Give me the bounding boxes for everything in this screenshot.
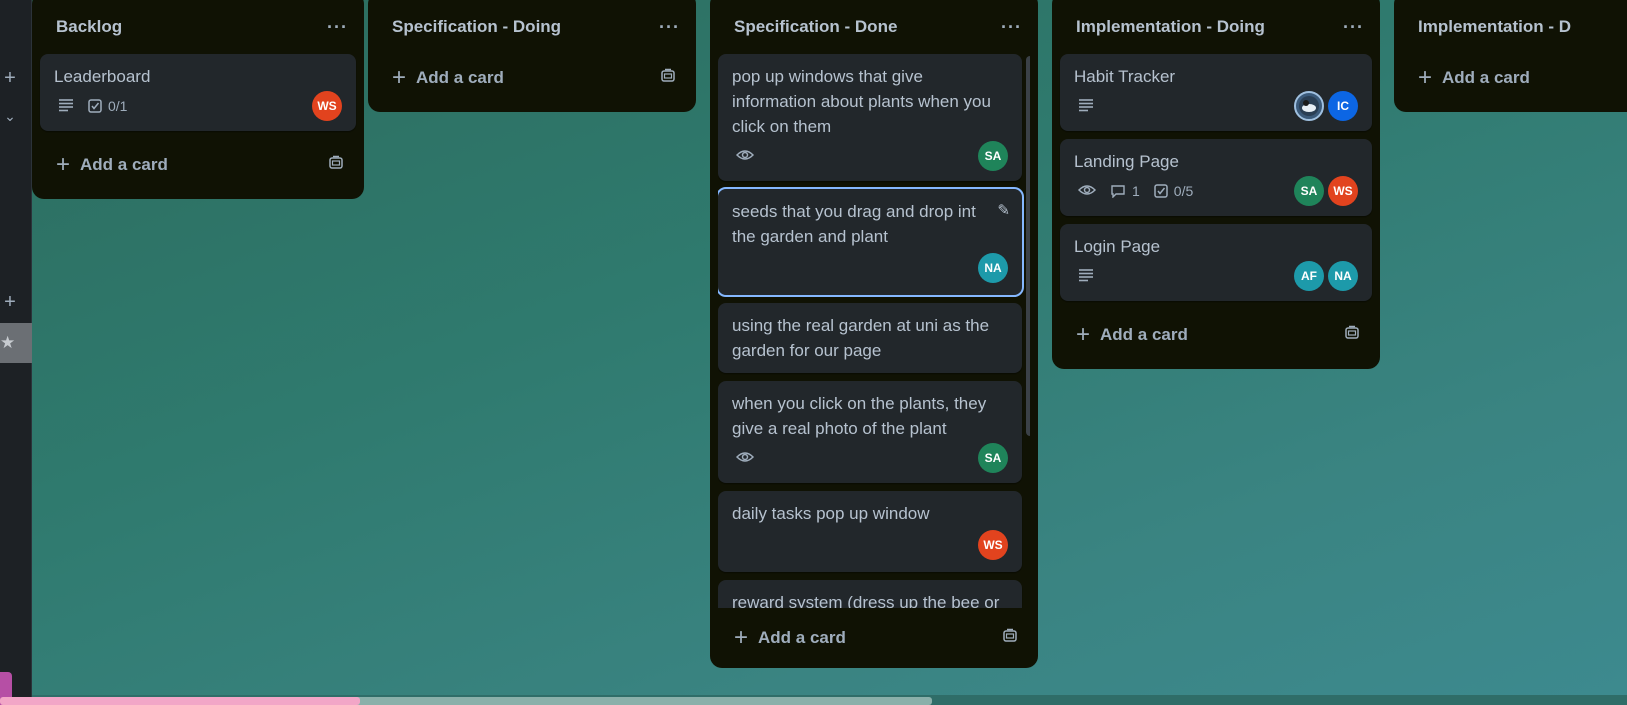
list-menu-icon[interactable]: ··· [1001,17,1022,38]
list-header: Implementation - D [1402,0,1626,46]
list-title[interactable]: Specification - Done [734,17,897,37]
avatar[interactable]: SA [1294,176,1324,206]
card-template-icon[interactable] [660,68,676,89]
card[interactable]: seeds that you drag and drop int the gar… [718,187,1024,297]
add-card-button[interactable]: + Add a card [40,139,356,191]
checkbox-icon [1154,184,1168,198]
list-title[interactable]: Specification - Doing [392,17,561,37]
description-icon [1078,98,1094,115]
list-menu-icon[interactable]: ··· [659,17,680,38]
list-title[interactable]: Implementation - D [1418,17,1571,37]
card[interactable]: when you click on the plants, they give … [718,381,1022,483]
card-template-icon[interactable] [328,155,344,176]
list-implementation-doing: Implementation - Doing ··· Habit Tracker… [1052,0,1380,369]
card[interactable]: Leaderboard 0/1 WS [40,54,356,131]
list-title[interactable]: Backlog [56,17,122,37]
card-title: seeds that you drag and drop int the gar… [732,202,976,246]
horizontal-scrollbar[interactable] [0,695,1627,705]
checklist-count: 0/5 [1173,183,1194,199]
plus-icon: + [392,64,407,91]
card-template-icon[interactable] [1002,628,1018,649]
star-icon: ★ [0,333,16,352]
starred-board-item[interactable]: ★ [0,323,32,363]
card-title: pop up windows that give information abo… [732,67,991,136]
pencil-edit-icon[interactable]: ✎ [997,201,1010,219]
card[interactable]: Landing Page 1 0/5 SA WS [1060,139,1372,216]
card-title: Landing Page [1074,152,1179,171]
card[interactable]: Habit Tracker IC [1060,54,1372,131]
card-title: Habit Tracker [1074,67,1176,86]
avatar[interactable]: WS [1328,176,1358,206]
avatar[interactable]: AF [1294,261,1324,291]
scrollbar-highlight [0,697,360,705]
add-card-button[interactable]: + Add a card [718,612,1030,664]
add-card-label: Add a card [416,68,504,87]
add-card-label: Add a card [1100,325,1188,344]
card-title: when you click on the plants, they give … [732,394,987,438]
add-card-button[interactable]: + Add a card [1060,309,1372,361]
list-specification-done: Specification - Done ··· pop up windows … [710,0,1038,668]
list-header: Backlog ··· [40,0,356,46]
checkbox-icon [88,99,102,113]
plus-icon: + [1076,321,1091,348]
card-template-icon[interactable] [1344,325,1360,346]
avatar[interactable]: WS [312,91,342,121]
avatar[interactable]: NA [1328,261,1358,291]
plus-icon: + [56,151,71,178]
plus-icon[interactable]: + [0,67,20,89]
checklist-count: 0/1 [108,98,128,114]
add-card-button[interactable]: + Add a card [376,52,688,104]
add-card-button[interactable]: + Add a card [1402,52,1626,104]
board-canvas: Backlog ··· Leaderboard 0/1 WS + Add a c… [32,0,1627,695]
list-backlog: Backlog ··· Leaderboard 0/1 WS + Add a c… [32,0,364,199]
avatar[interactable]: IC [1328,91,1358,121]
card-title: using the real garden at uni as the gard… [732,316,990,360]
card-title: reward system (dress up the bee or [732,593,1000,608]
chevron-down-icon[interactable]: ⌄ [0,106,20,126]
comment-icon [1111,185,1125,198]
checklist-badge: 0/1 [88,98,127,114]
description-icon [1078,268,1094,285]
avatar[interactable]: NA [978,253,1008,283]
card[interactable]: pop up windows that give information abo… [718,54,1022,181]
comment-count: 1 [1132,183,1140,199]
card-list-scroll[interactable]: pop up windows that give information abo… [718,46,1030,608]
scrollbar-thumb[interactable] [1026,56,1030,436]
plus-icon: + [1418,64,1433,91]
list-menu-icon[interactable]: ··· [327,17,348,38]
card-title: Leaderboard [54,67,151,86]
avatar[interactable]: WS [978,530,1008,560]
avatar-photo[interactable] [1294,91,1324,121]
add-card-label: Add a card [80,155,168,174]
description-icon [58,98,74,115]
list-specification-doing: Specification - Doing ··· + Add a card [368,0,696,112]
avatar[interactable]: SA [978,443,1008,473]
card-title: Login Page [1074,237,1161,256]
comments-badge: 1 [1110,183,1140,199]
plus-icon: + [734,624,749,651]
list-header: Specification - Done ··· [718,0,1030,46]
list-header: Specification - Doing ··· [376,0,688,46]
card[interactable]: using the real garden at uni as the gard… [718,303,1022,373]
list-implementation-done: Implementation - D + Add a card [1394,0,1627,112]
checklist-badge: 0/5 [1154,183,1193,199]
plus-icon[interactable]: + [0,291,20,313]
list-title[interactable]: Implementation - Doing [1076,17,1265,37]
card[interactable]: reward system (dress up the bee or [718,580,1022,608]
avatar[interactable]: SA [978,141,1008,171]
scrollbar[interactable] [1026,46,1030,608]
watch-eye-icon [735,148,755,165]
add-card-label: Add a card [758,628,846,647]
add-card-label: Add a card [1442,68,1530,87]
list-header: Implementation - Doing ··· [1060,0,1372,46]
watch-eye-icon [735,450,755,467]
card[interactable]: Login Page AF NA [1060,224,1372,301]
card-title: daily tasks pop up window [732,504,930,523]
watch-eye-icon [1077,183,1097,200]
card[interactable]: daily tasks pop up window WS [718,491,1022,572]
list-menu-icon[interactable]: ··· [1343,17,1364,38]
left-sidebar: + ⌄ + ★ [0,0,32,705]
